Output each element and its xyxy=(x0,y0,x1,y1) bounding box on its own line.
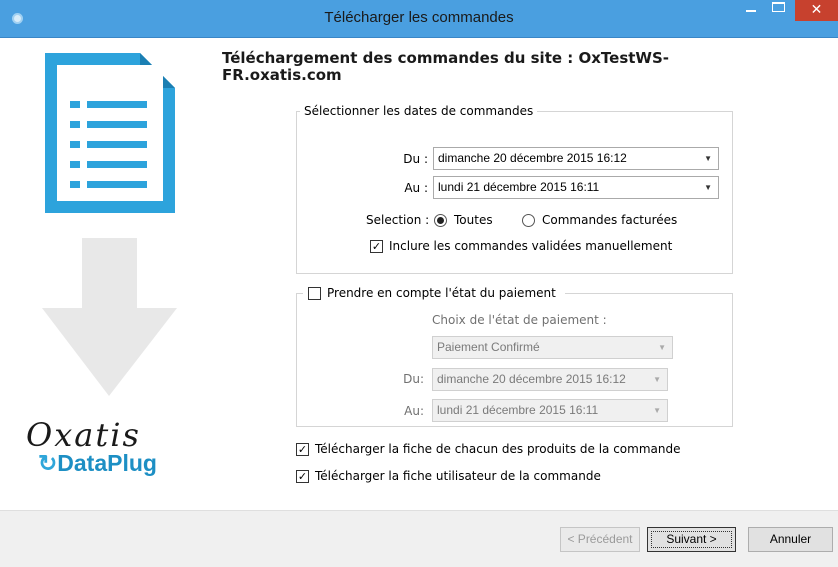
payment-to-value: lundi 21 décembre 2015 16:11 xyxy=(437,403,599,417)
from-date-value: dimanche 20 décembre 2015 16:12 xyxy=(438,151,627,165)
minimize-button[interactable] xyxy=(738,0,764,20)
document-list-icon xyxy=(45,53,175,213)
selection-label: Selection : xyxy=(366,213,430,227)
next-button[interactable]: Suivant > xyxy=(647,527,736,552)
cancel-button[interactable]: Annuler xyxy=(748,527,833,552)
sync-icon: ↻ xyxy=(38,450,58,476)
dates-group-legend: Sélectionner les dates de commandes xyxy=(300,104,538,118)
radio-all[interactable] xyxy=(434,214,447,227)
download-user-label[interactable]: Télécharger la fiche utilisateur de la c… xyxy=(315,469,601,483)
download-arrow-icon xyxy=(42,238,177,396)
payment-choice-label: Choix de l'état de paiement : xyxy=(432,313,607,327)
dropdown-arrow-icon: ▼ xyxy=(653,375,661,384)
dropdown-arrow-icon: ▼ xyxy=(704,154,712,163)
oxatis-wordmark: Oxatis xyxy=(26,416,141,454)
dataplug-text: DataPlug xyxy=(57,450,157,476)
check-icon: ✓ xyxy=(371,240,382,253)
from-date-label: Du : xyxy=(403,152,428,166)
oxatis-dataplug-logo: Oxatis ↻DataPlug xyxy=(26,416,157,477)
radio-all-label[interactable]: Toutes xyxy=(454,213,493,227)
payment-status-value: Paiement Confirmé xyxy=(437,340,540,354)
payment-status-select[interactable]: Paiement Confirmé ▼ xyxy=(432,336,673,359)
illustration-panel: Oxatis ↻DataPlug xyxy=(0,38,216,510)
to-date-value: lundi 21 décembre 2015 16:11 xyxy=(438,180,600,194)
radio-invoiced-label[interactable]: Commandes facturées xyxy=(542,213,677,227)
include-manual-checkbox[interactable]: ✓ xyxy=(370,240,383,253)
download-user-checkbox[interactable]: ✓ xyxy=(296,470,309,483)
close-button[interactable]: ✕ xyxy=(795,0,838,21)
payment-from-value: dimanche 20 décembre 2015 16:12 xyxy=(437,372,626,386)
dataplug-wordmark: ↻DataPlug xyxy=(26,450,157,477)
window-title: Télécharger les commandes xyxy=(324,9,514,26)
payment-from-date-picker[interactable]: dimanche 20 décembre 2015 16:12 ▼ xyxy=(432,368,668,391)
check-icon: ✓ xyxy=(297,470,308,483)
include-manual-label[interactable]: Inclure les commandes validées manuellem… xyxy=(389,239,672,253)
check-icon: ✓ xyxy=(297,443,308,456)
button-bar: < Précédent Suivant > Annuler xyxy=(0,510,838,567)
title-bar[interactable]: Télécharger les commandes ✕ xyxy=(0,0,838,38)
payment-to-date-picker[interactable]: lundi 21 décembre 2015 16:11 ▼ xyxy=(432,399,668,422)
payment-state-label[interactable]: Prendre en compte l'état du paiement xyxy=(327,286,556,300)
to-date-picker[interactable]: lundi 21 décembre 2015 16:11 ▼ xyxy=(433,176,719,199)
page-heading: Téléchargement des commandes du site : O… xyxy=(222,49,669,84)
minimize-icon xyxy=(746,10,756,12)
chevron-down-icon: ▼ xyxy=(658,343,666,352)
focus-rect xyxy=(651,531,732,548)
maximize-button[interactable] xyxy=(766,0,792,20)
maximize-icon xyxy=(772,2,785,12)
previous-button[interactable]: < Précédent xyxy=(560,527,640,552)
download-products-checkbox[interactable]: ✓ xyxy=(296,443,309,456)
radio-invoiced[interactable] xyxy=(522,214,535,227)
payment-from-label: Du: xyxy=(403,372,424,386)
close-icon: ✕ xyxy=(810,2,823,18)
payment-to-label: Au: xyxy=(404,404,424,418)
from-date-picker[interactable]: dimanche 20 décembre 2015 16:12 ▼ xyxy=(433,147,719,170)
payment-state-checkbox[interactable] xyxy=(308,287,321,300)
to-date-label: Au : xyxy=(404,181,428,195)
dropdown-arrow-icon: ▼ xyxy=(704,183,712,192)
dropdown-arrow-icon: ▼ xyxy=(653,406,661,415)
download-products-label[interactable]: Télécharger la fiche de chacun des produ… xyxy=(315,442,681,456)
